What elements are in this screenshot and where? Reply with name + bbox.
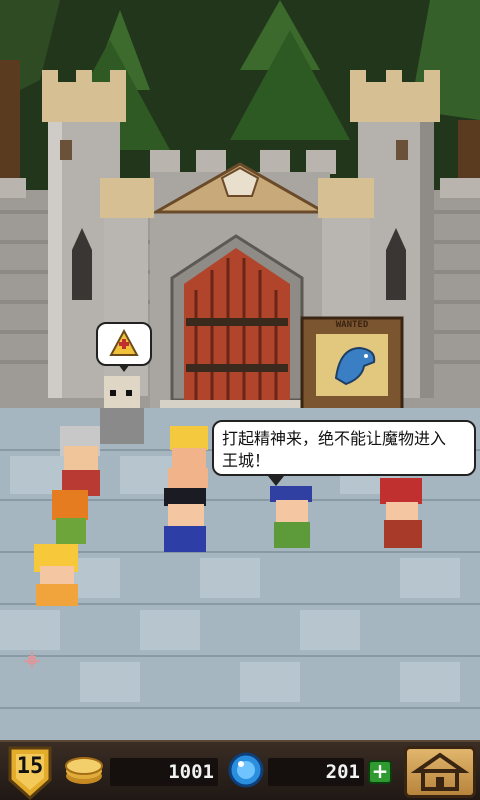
dialog-line-1: 打起精神来，绝不能让魔物进入 bbox=[222, 429, 447, 448]
dialog-line-2: 王城！ bbox=[222, 451, 271, 470]
level-badge[interactable]: 15 bbox=[6, 744, 54, 800]
quest-icon bbox=[109, 329, 139, 356]
level-value: 15 bbox=[16, 754, 44, 779]
hero-blue[interactable] bbox=[164, 488, 206, 552]
wanted-sign-title: WANTED bbox=[335, 320, 369, 330]
hero-elder[interactable] bbox=[100, 376, 144, 444]
hero-green[interactable] bbox=[270, 486, 312, 548]
home-button[interactable] bbox=[404, 746, 476, 798]
heroes-layer[interactable] bbox=[0, 0, 480, 740]
hero-blond[interactable] bbox=[168, 426, 208, 488]
pointer-icon bbox=[24, 652, 40, 668]
add-gems-button[interactable]: + bbox=[368, 760, 392, 784]
coin-count: 1001 bbox=[110, 758, 218, 786]
game-scene[interactable]: 打起精神来，绝不能让魔物进入 王城！ WANTED bbox=[0, 0, 480, 740]
hero-helmet[interactable] bbox=[52, 490, 88, 544]
hero-blonde-girl[interactable] bbox=[34, 544, 78, 606]
bottom-hud: 15 1001 201 + bbox=[0, 740, 480, 800]
dialog-bubble[interactable]: 打起精神来，绝不能让魔物进入 王城！ bbox=[212, 420, 476, 486]
hero-red-hair[interactable] bbox=[380, 478, 422, 548]
quest-bubble[interactable] bbox=[96, 322, 152, 372]
gem-icon bbox=[228, 752, 264, 788]
home-icon bbox=[410, 752, 470, 791]
hero-grey-hair[interactable] bbox=[60, 426, 100, 496]
gem-count: 201 bbox=[268, 758, 364, 786]
coin-icon bbox=[65, 757, 103, 784]
